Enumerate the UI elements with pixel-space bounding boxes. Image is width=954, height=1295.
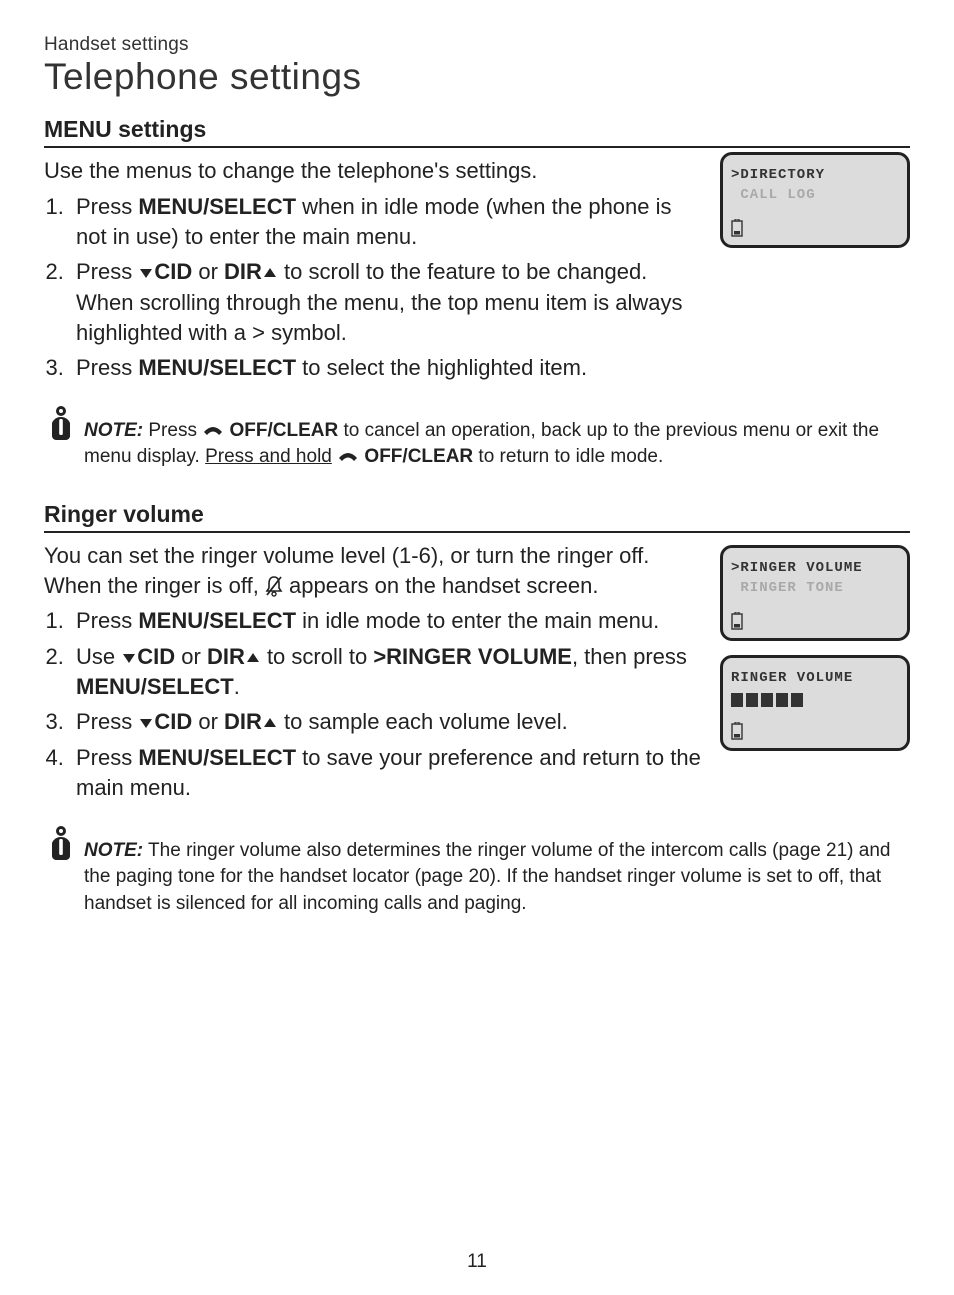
- note-text: The ringer volume also determines the ri…: [84, 840, 890, 914]
- volume-bar: [776, 693, 788, 707]
- down-triangle-icon: [138, 265, 154, 281]
- lcd-line: RINGER VOLUME: [731, 668, 899, 688]
- lcd-line: CALL LOG: [731, 185, 899, 205]
- lcd-screen-main-menu: >DIRECTORY CALL LOG: [720, 152, 910, 248]
- step: Press CID or DIR to scroll to the featur…: [70, 257, 724, 348]
- volume-bar: [761, 693, 773, 707]
- section-heading: Ringer volume: [44, 501, 910, 533]
- note: NOTE: The ringer volume also determines …: [44, 838, 910, 918]
- lcd-screen-ringer-volume: RINGER VOLUME: [720, 655, 910, 751]
- step: Press MENU/SELECT to save your preferenc…: [70, 743, 724, 804]
- info-icon: [44, 826, 78, 860]
- step: Press MENU/SELECT when in idle mode (whe…: [70, 192, 724, 253]
- up-triangle-icon: [245, 650, 261, 666]
- volume-bar: [731, 693, 743, 707]
- volume-bars: [731, 692, 899, 708]
- section-intro: You can set the ringer volume level (1-6…: [44, 541, 724, 600]
- up-triangle-icon: [262, 715, 278, 731]
- volume-bar: [746, 693, 758, 707]
- step: Use CID or DIR to scroll to >RINGER VOLU…: [70, 642, 724, 703]
- volume-bar: [791, 693, 803, 707]
- up-triangle-icon: [262, 265, 278, 281]
- battery-icon: [731, 612, 743, 630]
- breadcrumb: Handset settings: [44, 34, 910, 56]
- bell-off-icon: [265, 575, 283, 597]
- steps-list-menu: Press MENU/SELECT when in idle mode (whe…: [44, 192, 724, 384]
- note-label: NOTE:: [84, 420, 143, 441]
- battery-icon: [731, 722, 743, 740]
- lcd-screen-ringer-menu: >RINGER VOLUME RINGER TONE: [720, 545, 910, 641]
- step: Press CID or DIR to sample each volume l…: [70, 707, 724, 737]
- down-triangle-icon: [138, 715, 154, 731]
- steps-list-ringer: Press MENU/SELECT in idle mode to enter …: [44, 606, 724, 803]
- lcd-line: >DIRECTORY: [731, 165, 899, 185]
- section-heading: MENU settings: [44, 116, 910, 148]
- page-title: Telephone settings: [44, 56, 910, 98]
- info-icon: [44, 406, 78, 440]
- phone-off-icon: [337, 448, 359, 464]
- note-label: NOTE:: [84, 840, 143, 861]
- step: Press MENU/SELECT in idle mode to enter …: [70, 606, 724, 636]
- battery-icon: [731, 219, 743, 237]
- lcd-line: >RINGER VOLUME: [731, 558, 899, 578]
- page-number: 11: [0, 1251, 954, 1273]
- down-triangle-icon: [121, 650, 137, 666]
- lcd-line: RINGER TONE: [731, 578, 899, 598]
- step: Press MENU/SELECT to select the highligh…: [70, 353, 724, 383]
- phone-off-icon: [202, 422, 224, 438]
- note: NOTE: Press OFF/CLEAR to cancel an opera…: [44, 418, 910, 471]
